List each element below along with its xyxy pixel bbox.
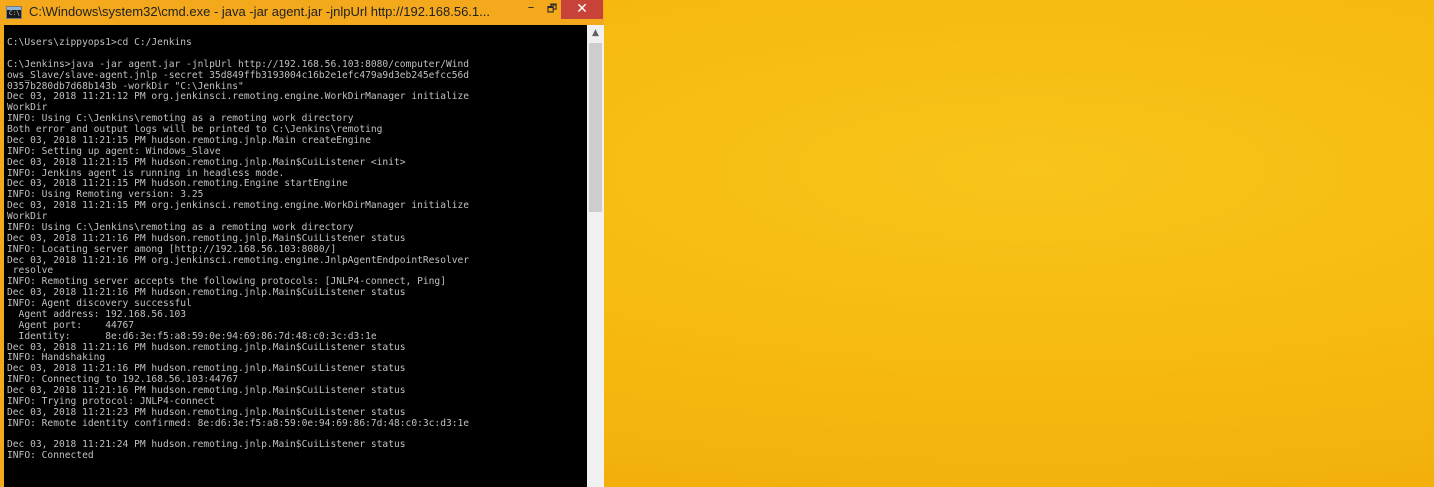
cmd-icon-text: C:\ (9, 10, 20, 17)
scroll-up-arrow-icon[interactable]: ▲ (587, 25, 604, 42)
console-line: INFO: Trying protocol: JNLP4-connect (7, 395, 215, 407)
console-line: Dec 03, 2018 11:21:16 PM hudson.remoting… (7, 232, 406, 244)
vertical-scrollbar[interactable]: ▲ (587, 25, 604, 487)
console-output-area[interactable]: C:\Users\zippyops1>cd C:/Jenkins C:\Jenk… (4, 25, 587, 487)
console-text: C:\Users\zippyops1>cd C:/Jenkins C:\Jenk… (4, 25, 587, 462)
console-line: resolve (7, 265, 54, 277)
console-line: Dec 03, 2018 11:21:24 PM hudson.remoting… (7, 439, 406, 451)
console-line: Dec 03, 2018 11:21:23 PM hudson.remoting… (7, 406, 406, 418)
console-line: Dec 03, 2018 11:21:15 PM hudson.remoting… (7, 178, 348, 190)
console-line: INFO: Using C:\Jenkins\remoting as a rem… (7, 221, 354, 233)
console-line: C:\Users\zippyops1>cd C:/Jenkins (7, 37, 192, 48)
console-line: INFO: Using C:\Jenkins\remoting as a rem… (7, 113, 354, 125)
console-line: 0357b280db7d68b143b -workDir "C:\Jenkins… (7, 80, 244, 92)
console-line: WorkDir (7, 102, 48, 114)
console-line: INFO: Using Remoting version: 3.25 (7, 189, 204, 201)
console-line: Both error and output logs will be print… (7, 124, 383, 135)
console-line: INFO: Setting up agent: Windows_Slave (7, 145, 221, 157)
minimize-button[interactable]: – (518, 0, 544, 19)
console-line: Dec 03, 2018 11:21:16 PM hudson.remoting… (7, 341, 406, 353)
console-line: Agent port: 44767 (7, 319, 135, 331)
console-line: INFO: Remote identity confirmed: 8e:d6:3… (7, 417, 470, 429)
title-bar[interactable]: C:\ C:\Windows\system32\cmd.exe - java -… (0, 0, 604, 25)
console-line: Dec 03, 2018 11:21:12 PM org.jenkinsci.r… (7, 91, 470, 103)
console-line: INFO: Agent discovery successful (7, 298, 192, 309)
console-line: ows_Slave/slave-agent.jnlp -secret 35d84… (7, 69, 470, 81)
console-line: INFO: Connecting to 192.168.56.103:44767 (7, 374, 239, 386)
console-line: Dec 03, 2018 11:21:16 PM org.jenkinsci.r… (7, 254, 470, 266)
console-line: C:\Jenkins>java -jar agent.jar -jnlpUrl … (7, 58, 470, 70)
console-line: INFO: Connected (7, 450, 94, 462)
console-line: INFO: Remoting server accepts the follow… (7, 276, 446, 288)
console-line: WorkDir (7, 211, 48, 222)
console-line: Identity: 8e:d6:3e:f5:a8:59:0e:94:69:86:… (7, 330, 377, 342)
console-line: INFO: Jenkins agent is running in headle… (7, 167, 285, 179)
console-line: Dec 03, 2018 11:21:16 PM hudson.remoting… (7, 385, 406, 396)
window-title: C:\Windows\system32\cmd.exe - java -jar … (29, 4, 490, 19)
console-line: Agent address: 192.168.56.103 (7, 308, 187, 320)
cmd-icon[interactable]: C:\ (6, 6, 22, 19)
console-line: Dec 03, 2018 11:21:15 PM org.jenkinsci.r… (7, 200, 470, 212)
close-button[interactable]: ✕ (561, 0, 603, 19)
console-line: Dec 03, 2018 11:21:15 PM hudson.remoting… (7, 156, 406, 168)
cmd-window[interactable]: C:\ C:\Windows\system32\cmd.exe - java -… (0, 0, 604, 487)
scrollbar-thumb[interactable] (589, 43, 602, 212)
maximize-button[interactable]: 🗗 (544, 0, 560, 19)
console-line: Dec 03, 2018 11:21:16 PM hudson.remoting… (7, 363, 406, 375)
console-line: Dec 03, 2018 11:21:16 PM hudson.remoting… (7, 287, 406, 299)
console-line: INFO: Locating server among [http://192.… (7, 243, 337, 255)
console-line: Dec 03, 2018 11:21:15 PM hudson.remoting… (7, 134, 371, 146)
console-line: INFO: Handshaking (7, 352, 106, 364)
